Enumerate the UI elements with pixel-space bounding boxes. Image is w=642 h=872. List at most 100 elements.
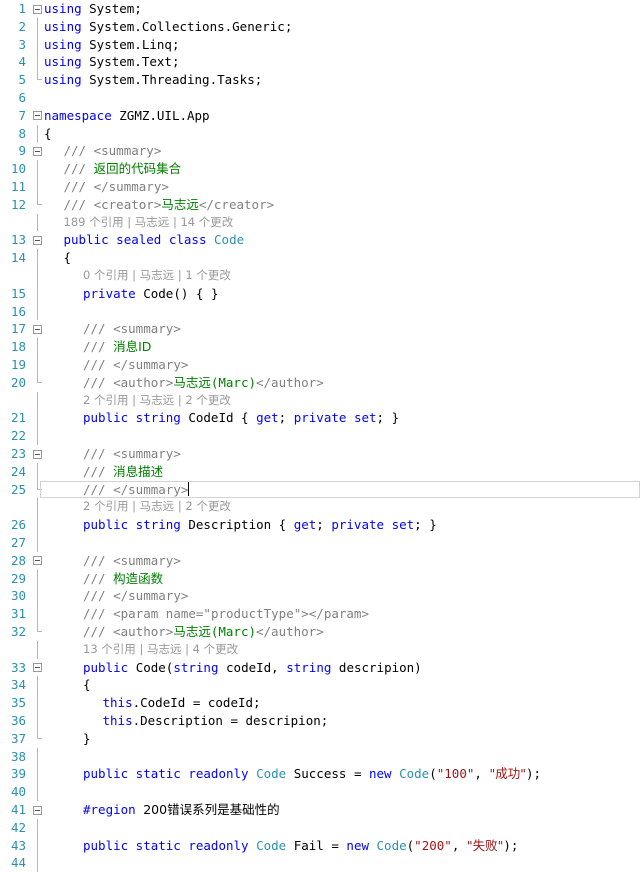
code-text[interactable]: public static readonly Code Success = ne… bbox=[83, 765, 541, 783]
code-line[interactable]: 8{ bbox=[0, 124, 642, 143]
code-text[interactable]: /// </summary> bbox=[83, 356, 188, 374]
code-line[interactable]: 15 private Code() { } bbox=[0, 284, 642, 303]
code-text[interactable]: /// <summary> bbox=[83, 445, 181, 463]
code-text[interactable]: /// </summary> bbox=[83, 587, 188, 605]
code-text[interactable]: using System; bbox=[44, 0, 142, 18]
codelens-annotation[interactable]: 2 个引用 | 马志远 | 2 个更改 bbox=[0, 391, 642, 410]
code-line[interactable]: 22 bbox=[0, 427, 642, 445]
code-text[interactable]: public string Description { get; private… bbox=[83, 516, 437, 534]
code-line[interactable]: 14 { bbox=[0, 249, 642, 267]
collapse-minus-icon[interactable] bbox=[33, 4, 42, 14]
code-text[interactable]: /// <summary> bbox=[83, 320, 181, 338]
code-editor[interactable]: 1 using System; 2 using System.Collections.… bbox=[0, 0, 642, 872]
code-text[interactable]: /// 消息ID bbox=[83, 338, 151, 356]
code-text[interactable]: this.Description = descripion; bbox=[103, 712, 329, 730]
code-text[interactable]: /// <author>马志远(Marc)</author> bbox=[83, 623, 324, 641]
code-text[interactable]: { bbox=[44, 125, 52, 143]
code-line[interactable]: 4 using System.Text; bbox=[0, 53, 642, 72]
code-line[interactable]: 3 using System.Linq; bbox=[0, 35, 642, 54]
code-line[interactable]: 30 /// </summary> bbox=[0, 587, 642, 606]
code-line[interactable]: 13 public sealed class Code bbox=[0, 231, 642, 249]
code-text[interactable]: public string CodeId { get; private set;… bbox=[83, 409, 399, 427]
code-line[interactable]: 7 namespace ZGMZ.UIL.App bbox=[0, 107, 642, 125]
code-line[interactable]: 6 bbox=[0, 89, 642, 107]
collapse-minus-icon[interactable] bbox=[33, 324, 42, 334]
code-line[interactable]: 37} bbox=[0, 729, 642, 748]
code-line[interactable]: 17 /// <summary> bbox=[0, 320, 642, 338]
code-text[interactable]: { bbox=[64, 249, 72, 267]
code-line[interactable]: 40 bbox=[0, 783, 642, 801]
collapse-minus-icon[interactable] bbox=[33, 556, 42, 566]
code-text[interactable]: /// 消息描述 bbox=[83, 463, 163, 481]
code-line[interactable]: 41 #region 200错误系列是基础性的 bbox=[0, 801, 642, 819]
code-line[interactable]: 20 /// <author>马志远(Marc)</author> bbox=[0, 373, 642, 392]
code-line[interactable]: 5 using System.Threading.Tasks; bbox=[0, 71, 642, 89]
code-text[interactable]: /// </summary> bbox=[83, 481, 190, 499]
code-line[interactable]: 29 /// 构造函数 bbox=[0, 569, 642, 588]
code-text[interactable]: } bbox=[83, 730, 91, 748]
codelens-annotation[interactable]: 2 个引用 | 马志远 | 2 个更改 bbox=[0, 498, 642, 517]
code-line[interactable]: 39 public static readonly Code Success = … bbox=[0, 765, 642, 784]
code-line[interactable]: 42 bbox=[0, 818, 642, 837]
collapse-minus-icon[interactable] bbox=[33, 146, 42, 156]
code-text[interactable]: this.CodeId = codeId; bbox=[103, 694, 261, 712]
code-text[interactable]: /// 返回的代码集合 bbox=[64, 160, 182, 178]
code-line[interactable]: 44 bbox=[0, 854, 642, 872]
code-text[interactable]: /// </summary> bbox=[64, 178, 169, 196]
code-line[interactable]: 10 /// 返回的代码集合 bbox=[0, 160, 642, 178]
code-text[interactable]: /// <creator>马志远</creator> bbox=[64, 196, 275, 214]
code-text[interactable]: /// <summary> bbox=[64, 142, 162, 160]
code-text[interactable]: using System.Collections.Generic; bbox=[44, 18, 292, 36]
code-line[interactable]: 11 /// </summary> bbox=[0, 178, 642, 196]
code-text[interactable]: private Code() { } bbox=[83, 285, 218, 303]
code-line[interactable]: 25 /// </summary> bbox=[0, 480, 642, 499]
collapse-minus-icon[interactable] bbox=[33, 235, 42, 245]
codelens-text[interactable]: 0 个引用 | 马志远 | 1 个更改 bbox=[83, 267, 231, 285]
collapse-minus-icon[interactable] bbox=[33, 663, 42, 673]
code-line[interactable]: 9 /// <summary> bbox=[0, 142, 642, 160]
code-line[interactable]: 33 public Code(string codeId, string desc… bbox=[0, 659, 642, 677]
code-line[interactable]: 26 public string Description { get; priva… bbox=[0, 516, 642, 534]
code-line[interactable]: 27 bbox=[0, 534, 642, 552]
code-line[interactable]: 2 using System.Collections.Generic; bbox=[0, 17, 642, 36]
code-line[interactable]: 12 /// <creator>马志远</creator> bbox=[0, 195, 642, 214]
code-line[interactable]: 18 /// 消息ID bbox=[0, 338, 642, 356]
code-text[interactable]: #region 200错误系列是基础性的 bbox=[83, 801, 280, 819]
code-text[interactable]: public sealed class Code bbox=[64, 231, 245, 249]
code-text[interactable]: public Code(string codeId, string descri… bbox=[83, 659, 422, 677]
codelens-text[interactable]: 2 个引用 | 马志远 | 2 个更改 bbox=[83, 392, 231, 410]
codelens-annotation[interactable]: 189 个引用 | 马志远 | 14 个更改 bbox=[0, 213, 642, 232]
code-text[interactable]: /// <param name="productType"></param> bbox=[83, 605, 369, 623]
code-line[interactable]: 35 this.CodeId = codeId; bbox=[0, 694, 642, 712]
code-line[interactable]: 34 { bbox=[0, 676, 642, 695]
code-line[interactable]: 43 public static readonly Code Fail = new… bbox=[0, 836, 642, 855]
code-line[interactable]: 21 public string CodeId { get; private se… bbox=[0, 409, 642, 428]
code-line[interactable]: 16 bbox=[0, 302, 642, 321]
codelens-annotation[interactable]: 0 个引用 | 马志远 | 1 个更改 bbox=[0, 267, 642, 285]
code-text[interactable]: /// <author>马志远(Marc)</author> bbox=[83, 374, 324, 392]
collapse-minus-icon[interactable] bbox=[33, 111, 42, 121]
code-line[interactable]: 23 /// <summary> bbox=[0, 445, 642, 463]
collapse-minus-icon[interactable] bbox=[33, 449, 42, 459]
code-text[interactable]: public static readonly Code Fail = new C… bbox=[83, 837, 518, 855]
code-text[interactable]: using System.Threading.Tasks; bbox=[44, 71, 262, 89]
code-line[interactable]: 31 /// <param name="productType"></param> bbox=[0, 605, 642, 623]
code-line[interactable]: 38 bbox=[0, 747, 642, 766]
code-line[interactable]: 1 using System; bbox=[0, 0, 642, 18]
collapse-minus-icon[interactable] bbox=[33, 805, 42, 815]
code-line[interactable]: 19 /// </summary> bbox=[0, 356, 642, 374]
codelens-annotation[interactable]: 13 个引用 | 马志远 | 4 个更改 bbox=[0, 640, 642, 659]
code-text[interactable]: using System.Text; bbox=[44, 53, 179, 71]
codelens-text[interactable]: 13 个引用 | 马志远 | 4 个更改 bbox=[83, 641, 238, 659]
code-line[interactable]: 36 this.Description = descripion; bbox=[0, 712, 642, 730]
code-text[interactable]: /// <summary> bbox=[83, 552, 181, 570]
codelens-text[interactable]: 189 个引用 | 马志远 | 14 个更改 bbox=[64, 214, 234, 232]
code-line[interactable]: 32 /// <author>马志远(Marc)</author> bbox=[0, 623, 642, 641]
code-text[interactable]: /// 构造函数 bbox=[83, 570, 163, 588]
code-text[interactable]: { bbox=[83, 676, 91, 694]
code-text[interactable]: namespace ZGMZ.UIL.App bbox=[44, 107, 210, 125]
code-text[interactable]: using System.Linq; bbox=[44, 36, 179, 54]
code-line[interactable]: 28 /// <summary> bbox=[0, 552, 642, 570]
codelens-text[interactable]: 2 个引用 | 马志远 | 2 个更改 bbox=[83, 498, 231, 516]
code-line[interactable]: 24 /// 消息描述 bbox=[0, 462, 642, 481]
